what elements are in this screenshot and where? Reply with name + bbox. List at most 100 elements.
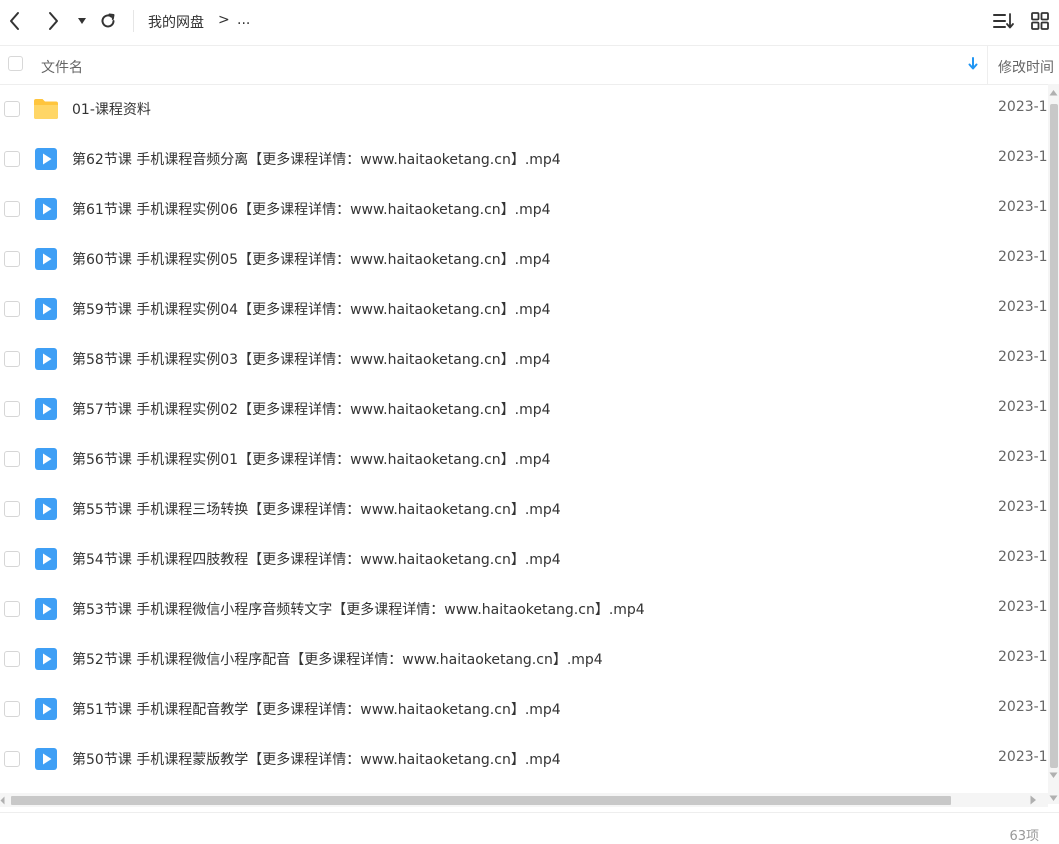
file-name[interactable]: 第50节课 手机课程蒙版教学【更多课程详情：www.haitaoketang.c…: [72, 749, 561, 769]
file-modified-time: 2023-1: [998, 749, 1048, 765]
refresh-icon: [101, 13, 115, 28]
file-row[interactable]: 第59节课 手机课程实例04【更多课程详情：www.haitaoketang.c…: [0, 284, 1048, 334]
row-checkbox[interactable]: [4, 101, 20, 117]
file-row[interactable]: 第57节课 手机课程实例02【更多课程详情：www.haitaoketang.c…: [0, 384, 1048, 434]
toolbar-divider: [133, 10, 134, 32]
file-name[interactable]: 第62节课 手机课程音频分离【更多课程详情：www.haitaoketang.c…: [72, 149, 561, 169]
history-dropdown-button[interactable]: [70, 9, 94, 33]
file-row[interactable]: 第61节课 手机课程实例06【更多课程详情：www.haitaoketang.c…: [0, 184, 1048, 234]
grid-view-icon: [1031, 12, 1049, 30]
grid-view-button[interactable]: [1028, 9, 1052, 33]
video-file-icon: [34, 397, 58, 421]
file-name[interactable]: 第55节课 手机课程三场转换【更多课程详情：www.haitaoketang.c…: [72, 499, 561, 519]
forward-button[interactable]: [41, 9, 65, 33]
file-row[interactable]: 第50节课 手机课程蒙版教学【更多课程详情：www.haitaoketang.c…: [0, 734, 1048, 784]
file-name[interactable]: 第52节课 手机课程微信小程序配音【更多课程详情：www.haitaoketan…: [72, 649, 603, 669]
scroll-left-icon[interactable]: [0, 796, 5, 805]
back-button[interactable]: [3, 9, 27, 33]
row-checkbox[interactable]: [4, 301, 20, 317]
file-modified-time: 2023-1: [998, 149, 1048, 165]
file-row[interactable]: 第60节课 手机课程实例05【更多课程详情：www.haitaoketang.c…: [0, 234, 1048, 284]
video-file-icon: [34, 147, 58, 171]
file-name[interactable]: 第57节课 手机课程实例02【更多课程详情：www.haitaoketang.c…: [72, 399, 551, 419]
vertical-scroll-thumb[interactable]: [1050, 104, 1058, 768]
file-modified-time: 2023-1: [998, 199, 1048, 215]
row-checkbox[interactable]: [4, 401, 20, 417]
row-checkbox[interactable]: [4, 501, 20, 517]
row-checkbox[interactable]: [4, 751, 20, 767]
file-name[interactable]: 第56节课 手机课程实例01【更多课程详情：www.haitaoketang.c…: [72, 449, 551, 469]
breadcrumb-root[interactable]: 我的网盘: [148, 12, 204, 32]
sort-button[interactable]: [992, 9, 1016, 33]
row-checkbox[interactable]: [4, 701, 20, 717]
file-row[interactable]: 第54节课 手机课程四肢教程【更多课程详情：www.haitaoketang.c…: [0, 534, 1048, 584]
column-modified-header[interactable]: 修改时间: [998, 57, 1054, 77]
row-checkbox[interactable]: [4, 151, 20, 167]
sort-descending-icon[interactable]: [966, 56, 980, 72]
video-file-icon: [34, 747, 58, 771]
column-header: 文件名 修改时间: [0, 45, 1059, 85]
item-count: 63项: [1009, 829, 1039, 844]
back-icon: [10, 12, 19, 30]
row-checkbox[interactable]: [4, 601, 20, 617]
row-checkbox[interactable]: [4, 451, 20, 467]
horizontal-scroll-thumb[interactable]: [11, 796, 951, 805]
video-file-icon: [34, 547, 58, 571]
file-modified-time: 2023-1: [998, 499, 1048, 515]
file-modified-time: 2023-1: [998, 699, 1048, 715]
refresh-button[interactable]: [96, 9, 120, 33]
file-name[interactable]: 第61节课 手机课程实例06【更多课程详情：www.haitaoketang.c…: [72, 199, 551, 219]
file-row[interactable]: 第56节课 手机课程实例01【更多课程详情：www.haitaoketang.c…: [0, 434, 1048, 484]
file-modified-time: 2023-1: [998, 99, 1048, 115]
file-modified-time: 2023-1: [998, 449, 1048, 465]
scroll-down-icon[interactable]: [1049, 795, 1058, 802]
sort-list-icon: [993, 13, 1014, 29]
file-modified-time: 2023-1: [998, 649, 1048, 665]
select-all-checkbox[interactable]: [8, 56, 23, 71]
status-bar: 63项: [0, 812, 1059, 844]
file-modified-time: 2023-1: [998, 349, 1048, 365]
row-checkbox[interactable]: [4, 651, 20, 667]
scroll-down-icon[interactable]: [1049, 772, 1058, 779]
file-row[interactable]: 第52节课 手机课程微信小程序配音【更多课程详情：www.haitaoketan…: [0, 634, 1048, 684]
row-checkbox[interactable]: [4, 201, 20, 217]
toolbar: 我的网盘 > ...: [0, 0, 1059, 44]
file-row[interactable]: 第62节课 手机课程音频分离【更多课程详情：www.haitaoketang.c…: [0, 134, 1048, 184]
scroll-up-icon[interactable]: [1049, 89, 1058, 96]
column-divider[interactable]: [987, 46, 988, 84]
file-name[interactable]: 第51节课 手机课程配音教学【更多课程详情：www.haitaoketang.c…: [72, 699, 561, 719]
file-name[interactable]: 第54节课 手机课程四肢教程【更多课程详情：www.haitaoketang.c…: [72, 549, 561, 569]
video-file-icon: [34, 297, 58, 321]
video-file-icon: [34, 447, 58, 471]
file-name[interactable]: 第58节课 手机课程实例03【更多课程详情：www.haitaoketang.c…: [72, 349, 551, 369]
file-row[interactable]: 第51节课 手机课程配音教学【更多课程详情：www.haitaoketang.c…: [0, 684, 1048, 734]
row-checkbox[interactable]: [4, 351, 20, 367]
file-modified-time: 2023-1: [998, 599, 1048, 615]
column-name-header[interactable]: 文件名: [41, 57, 83, 77]
video-file-icon: [34, 697, 58, 721]
scroll-right-icon[interactable]: [1030, 795, 1037, 805]
file-row[interactable]: 第55节课 手机课程三场转换【更多课程详情：www.haitaoketang.c…: [0, 484, 1048, 534]
breadcrumb-more[interactable]: ...: [237, 12, 250, 28]
file-name[interactable]: 01-课程资料: [72, 99, 151, 119]
video-file-icon: [34, 197, 58, 221]
file-modified-time: 2023-1: [998, 399, 1048, 415]
file-row[interactable]: 第58节课 手机课程实例03【更多课程详情：www.haitaoketang.c…: [0, 334, 1048, 384]
breadcrumb-separator: >: [218, 12, 230, 28]
folder-icon: [33, 98, 58, 122]
forward-icon: [49, 12, 58, 30]
file-list: 01-课程资料 2023-1 第62节课 手机课程音频分离【更多课程详情：www…: [0, 84, 1048, 792]
video-file-icon: [34, 247, 58, 271]
file-row[interactable]: 第53节课 手机课程微信小程序音频转文字【更多课程详情：www.haitaoke…: [0, 584, 1048, 634]
video-file-icon: [34, 497, 58, 521]
row-checkbox[interactable]: [4, 551, 20, 567]
file-modified-time: 2023-1: [998, 549, 1048, 565]
video-file-icon: [34, 647, 58, 671]
file-modified-time: 2023-1: [998, 299, 1048, 315]
history-dropdown-icon: [78, 18, 86, 24]
folder-row[interactable]: 01-课程资料 2023-1: [0, 84, 1048, 134]
file-name[interactable]: 第53节课 手机课程微信小程序音频转文字【更多课程详情：www.haitaoke…: [72, 599, 645, 619]
file-name[interactable]: 第60节课 手机课程实例05【更多课程详情：www.haitaoketang.c…: [72, 249, 551, 269]
file-name[interactable]: 第59节课 手机课程实例04【更多课程详情：www.haitaoketang.c…: [72, 299, 551, 319]
row-checkbox[interactable]: [4, 251, 20, 267]
